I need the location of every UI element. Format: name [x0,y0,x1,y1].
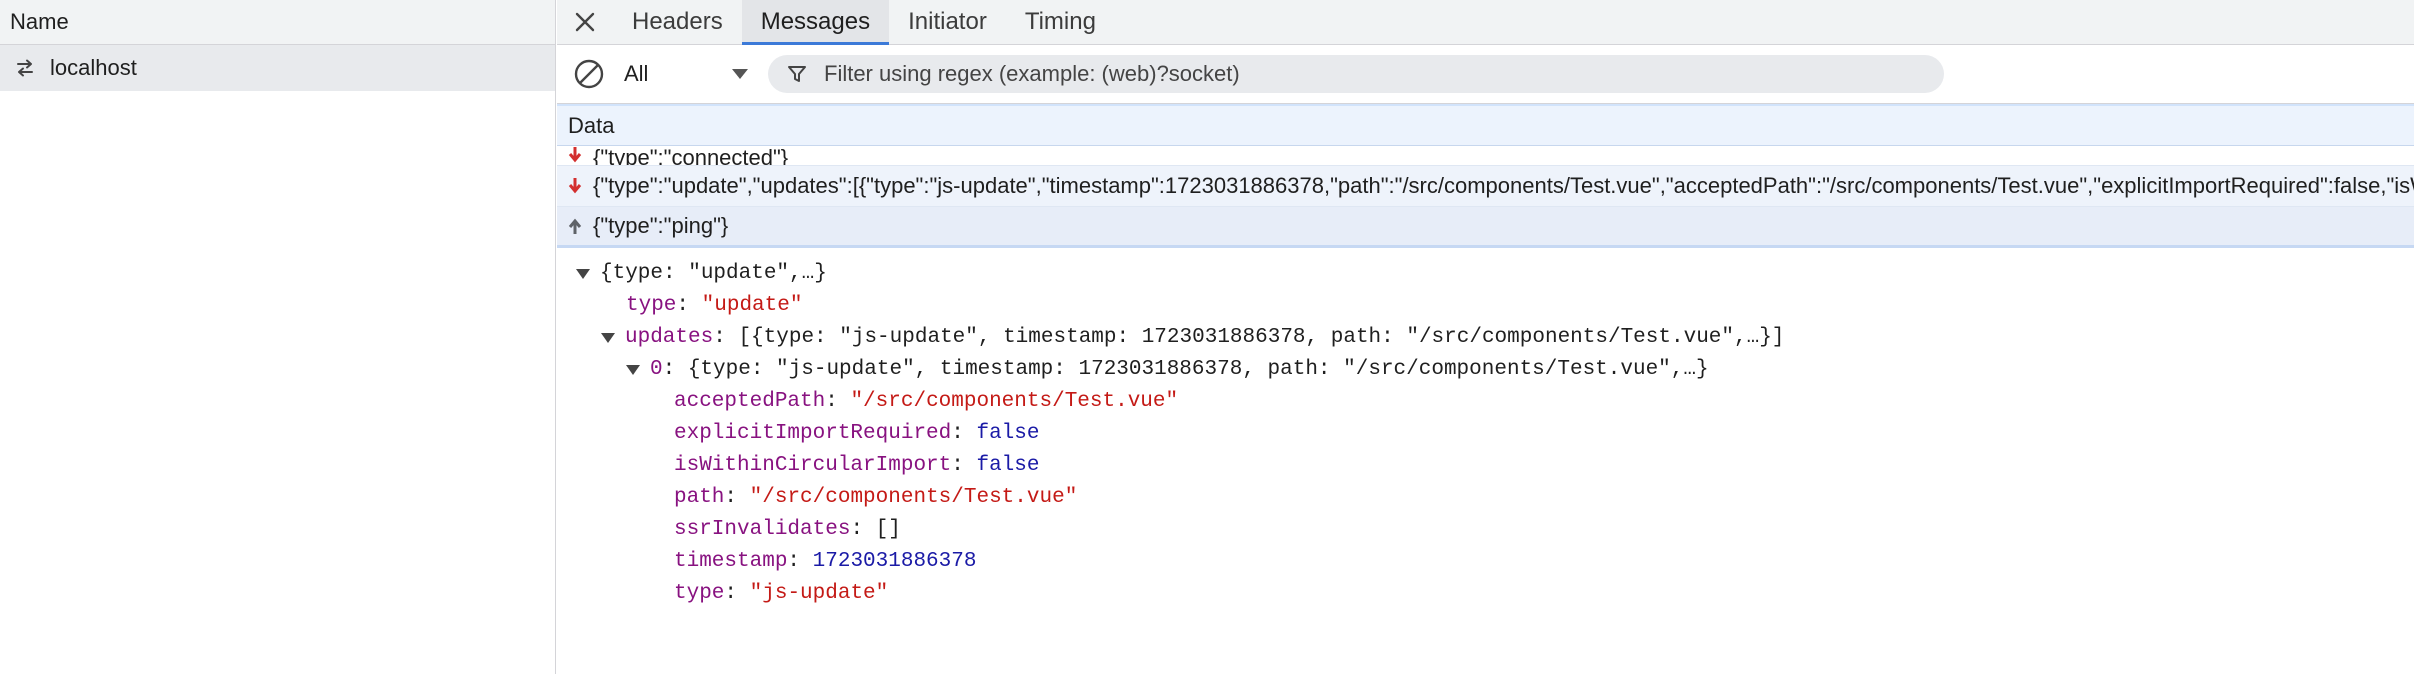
block-icon[interactable] [572,57,606,91]
tree-key: type [626,294,677,317]
websocket-arrows-icon [17,59,33,77]
name-column-label: Name [10,9,69,34]
arrow-up-icon [568,218,582,234]
message-data: {"type":"connected"} [593,146,789,166]
message-row[interactable]: {"type":"update","updates":[{"type":"js-… [557,166,2414,207]
message-type-value: All [624,61,649,86]
expand-triangle-icon[interactable] [576,269,590,279]
tree-root-preview: {type: "update",…} [600,262,827,285]
message-data: {"type":"ping"} [593,213,729,238]
tree-key: isWithinCircularImport [674,454,952,477]
tree-value: {type: "js-update", timestamp: 172303188… [687,358,1709,381]
close-icon [575,12,595,32]
data-column-label: Data [568,112,615,138]
tree-value: false [976,422,1040,445]
request-name: localhost [50,55,137,80]
tree-field: explicitImportRequired: false [557,418,2414,450]
tree-value: "/src/components/Test.vue" [850,390,1179,413]
tab-initiator-label: Initiator [908,8,987,35]
tree-value: [] [875,518,901,541]
request-list: Name localhost [0,0,556,674]
tree-prop-updates[interactable]: updates: [{type: "js-update", timestamp:… [557,322,2414,354]
request-row-localhost[interactable]: localhost [0,45,555,91]
message-json-tree: {type: "update",…} type: "update" update… [557,248,2414,610]
tree-key: type [674,582,725,605]
tree-key: explicitImportRequired [674,422,952,445]
chevron-down-icon [732,69,748,79]
name-column-header[interactable]: Name [0,0,555,45]
tree-field: acceptedPath: "/src/components/Test.vue" [557,386,2414,418]
tree-key: timestamp [674,550,788,573]
funnel-icon [788,66,806,82]
tree-field: path: "/src/components/Test.vue" [557,482,2414,514]
details-tabbar: Headers Messages Initiator Timing [557,0,2414,45]
tab-messages[interactable]: Messages [741,0,890,45]
tab-messages-label: Messages [760,8,871,35]
expand-triangle-icon[interactable] [601,333,615,343]
filter-field[interactable] [768,55,1944,93]
request-details: Headers Messages Initiator Timing All D [557,0,2414,674]
tree-value: 1723031886378 [812,550,977,573]
tree-key: ssrInvalidates [674,518,851,541]
tree-value: false [976,454,1040,477]
tree-value: "update" [701,294,803,317]
message-list: {"type":"connected"} {"type":"update","u… [557,146,2414,248]
tree-prop-type: type: "update" [557,290,2414,322]
expand-triangle-icon[interactable] [626,365,640,375]
data-column-header[interactable]: Data [557,104,2414,146]
tree-value: "/src/components/Test.vue" [749,486,1078,509]
tree-root[interactable]: {type: "update",…} [557,258,2414,290]
tree-field: type: "js-update" [557,578,2414,610]
filter-regex-input[interactable] [822,60,1922,88]
messages-filter-bar: All [557,45,2414,104]
tree-field: isWithinCircularImport: false [557,450,2414,482]
tab-headers[interactable]: Headers [613,0,742,44]
tree-field: timestamp: 1723031886378 [557,546,2414,578]
tree-value: "js-update" [749,582,889,605]
close-details-button[interactable] [557,0,613,44]
tree-key: path [674,486,725,509]
tab-timing-label: Timing [1024,8,1096,35]
message-type-select[interactable]: All [624,56,758,92]
tree-value: [{type: "js-update", timestamp: 17230318… [738,326,1785,349]
message-data: {"type":"update","updates":[{"type":"js-… [593,173,2414,198]
tree-field: ssrInvalidates: [] [557,514,2414,546]
devtools-network-panel: Name localhost Headers Messages Initiato… [0,0,2414,674]
tree-key: acceptedPath [674,390,826,413]
message-row[interactable]: {"type":"ping"} [557,207,2414,248]
tree-prop-item-0[interactable]: 0: {type: "js-update", timestamp: 172303… [557,354,2414,386]
arrow-down-icon [568,178,582,194]
message-row[interactable]: {"type":"connected"} [557,146,2414,166]
tab-initiator[interactable]: Initiator [889,0,1006,44]
tab-timing[interactable]: Timing [1006,0,1115,44]
tree-key: 0 [650,358,663,381]
arrow-down-icon [568,147,582,163]
tree-key: updates [625,326,714,349]
tab-headers-label: Headers [632,8,723,35]
